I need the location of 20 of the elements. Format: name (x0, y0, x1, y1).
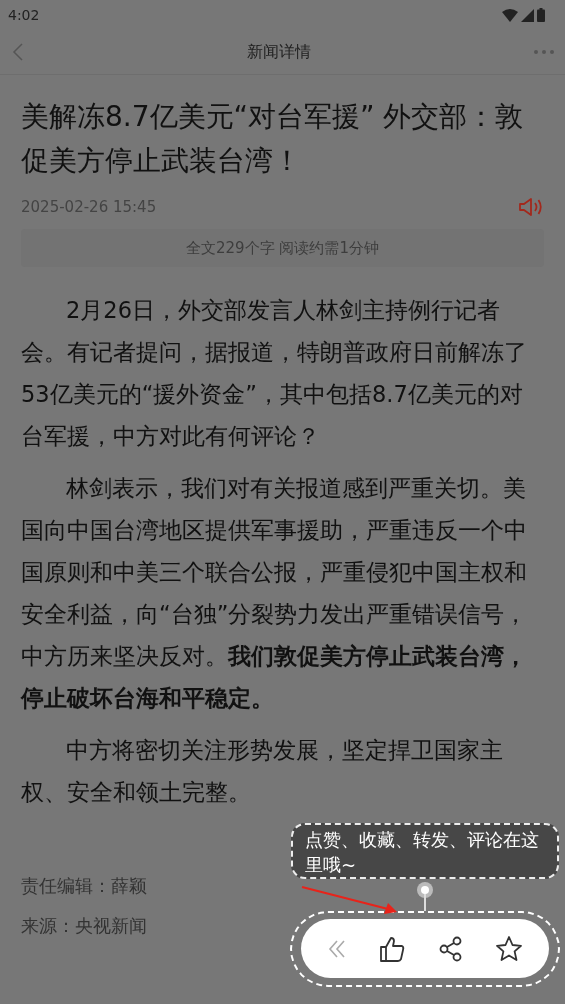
source-credit: 来源：央视新闻 (21, 914, 147, 938)
back-icon[interactable] (12, 42, 24, 62)
like-icon[interactable] (378, 934, 407, 963)
guide-tooltip: 点赞、收藏、转发、评论在这里哦~ (291, 823, 559, 879)
collapse-icon[interactable] (326, 938, 347, 959)
page-title: 新闻详情 (246, 41, 311, 63)
wifi-icon (502, 8, 518, 22)
article-headline: 美解冻8.7亿美元“对台军援” 外交部：敦促美方停止武装台湾！ (21, 99, 525, 179)
share-icon[interactable] (437, 935, 464, 962)
more-icon[interactable] (533, 49, 555, 55)
status-time: 4:02 (8, 7, 40, 23)
speaker-icon[interactable] (518, 197, 544, 217)
article-paragraph: 中方将密切关注形势发展，坚定捍卫国家主权、安全和领土完整。 (21, 736, 504, 807)
editor-credit: 责任编辑：薛颖 (21, 874, 147, 898)
signal-icon (521, 8, 534, 22)
battery-icon (537, 8, 545, 22)
star-icon[interactable] (495, 934, 524, 963)
article-paragraph: 林剑表示，我们对有关报道感到严重关切。美国向中国台湾地区提供军事援助，严重违反一个中国原则和中美三个联合公报，严重侵犯中国主权和安全利益，向“台独”分裂势力发出严重错误信号，中方历来坚决反对。我们敦促美方停止武装台湾，停止破坏台海和平稳定。 (21, 474, 529, 713)
article-paragraph: 2月26日，外交部发言人林剑主持例行记者会。有记者提问，据报道，特朗普政府日前解冻了53亿美元的“援外资金”，其中包括8.7亿美元的对台军援，中方对此有何评论？ (21, 296, 528, 451)
connector-line (415, 881, 435, 911)
